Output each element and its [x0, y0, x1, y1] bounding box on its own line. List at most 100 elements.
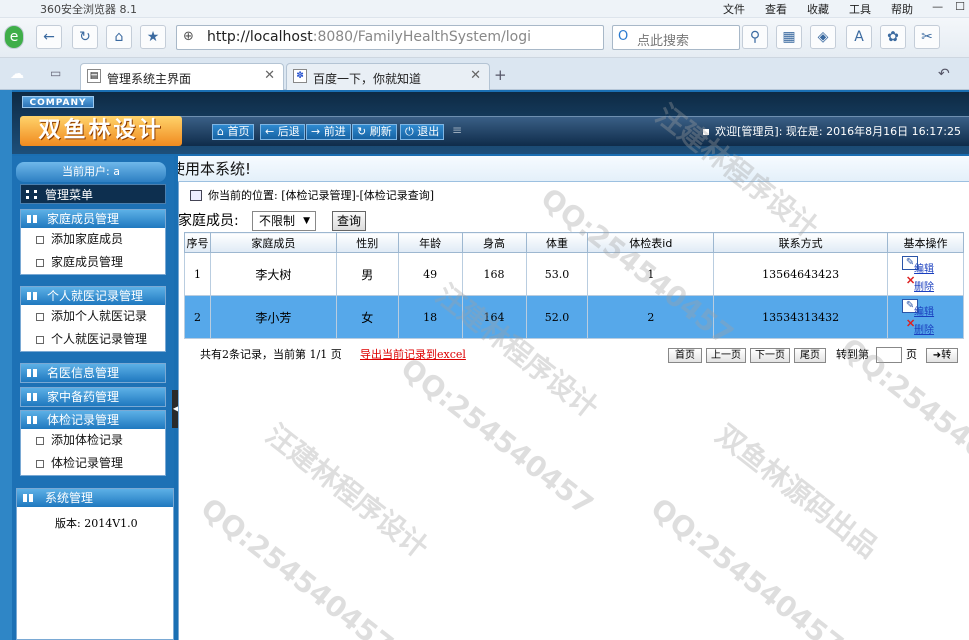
delete-link[interactable]: 删除	[914, 321, 934, 336]
tab-bar: ☁ ▭ ▤ 管理系统主界面 ✕ ✽ 百度一下，你就知道 ✕ + ↶	[0, 58, 969, 90]
delete-link[interactable]: 删除	[914, 278, 934, 293]
minimize-icon[interactable]: —	[932, 0, 943, 13]
item-label: 体检记录管理	[51, 456, 124, 470]
close-icon[interactable]: ✕	[470, 68, 481, 83]
item-icon	[36, 460, 44, 468]
member-select[interactable]: 不限制 ▼	[252, 211, 316, 231]
screenshot-icon[interactable]: ✂	[914, 25, 940, 49]
sidebar-group-header[interactable]: 名医信息管理	[21, 364, 165, 382]
sidebar-group-doctors: 名医信息管理	[20, 363, 166, 383]
left-strip	[0, 90, 12, 640]
new-tab-icon[interactable]: +	[494, 66, 507, 84]
security-icon[interactable]: ◈	[810, 25, 836, 49]
cell-weight: 52.0	[525, 295, 589, 339]
refresh-icon[interactable]: ↻	[72, 25, 98, 49]
cell-age: 18	[397, 295, 463, 339]
menu-title: 管理菜单	[20, 184, 166, 204]
sidebar-group-header[interactable]: 家庭成员管理	[21, 210, 165, 228]
item-label: 家庭成员管理	[51, 255, 124, 269]
record-summary: 共有2条记录，当前第 1/1 页	[200, 348, 342, 361]
nav-forward-label: 前进	[323, 125, 346, 138]
last-page-button[interactable]: 尾页	[794, 348, 826, 363]
group-icon	[27, 369, 37, 377]
prev-page-button[interactable]: 上一页	[706, 348, 746, 363]
app-header: COMPANY ⌂ 首页 ← 后退 → 前进 ↻ 刷新 ⏻ 退出 ≡ 双鱼林设计…	[12, 92, 969, 154]
group-title: 家中备药管理	[47, 390, 120, 404]
system-panel-header[interactable]: 系统管理	[17, 489, 173, 507]
welcome-text: 欢迎[管理员]: 现在是: 2016年8月16日 16:17:25	[703, 123, 961, 139]
cell-checkup-id: 2	[587, 295, 715, 339]
cell-height: 168	[461, 252, 527, 296]
nav-back-label: 后退	[277, 125, 300, 138]
tab-label: 百度一下，你就知道	[313, 72, 422, 86]
menu-favorites[interactable]: 收藏	[807, 1, 829, 17]
delete-action[interactable]: ✕ 删除	[902, 317, 963, 336]
tab-main-page[interactable]: ▤ 管理系统主界面 ✕	[80, 63, 284, 90]
nav-logout-label: 退出	[417, 125, 440, 138]
cell-contact: 13564643423	[713, 252, 889, 296]
edit-action[interactable]: ✎ 编辑	[902, 299, 963, 318]
edit-link[interactable]: 编辑	[914, 260, 934, 275]
item-icon	[36, 437, 44, 445]
nav-home-button[interactable]: ⌂ 首页	[212, 124, 255, 140]
undo-close-icon[interactable]: ↶	[938, 66, 950, 82]
menu-tools[interactable]: 工具	[849, 1, 871, 17]
cloud-icon[interactable]: ☁	[10, 66, 24, 82]
tab-baidu[interactable]: ✽ 百度一下，你就知道 ✕	[286, 63, 490, 90]
sidebar-group-header[interactable]: 个人就医记录管理	[21, 287, 165, 305]
query-button[interactable]: 查询	[332, 211, 366, 231]
col-contact: 联系方式	[713, 232, 889, 253]
marquee-label: 使用本系统!	[178, 160, 252, 178]
sidebar-group-checkup: 体检记录管理 添加体检记录 体检记录管理	[20, 410, 166, 476]
browser-title: 360安全浏览器 8.1	[40, 3, 137, 16]
page-number-input[interactable]	[876, 347, 902, 363]
maximize-icon[interactable]: ☐	[955, 0, 965, 13]
goto-label: 转到第	[836, 348, 869, 361]
delete-action[interactable]: ✕ 删除	[902, 274, 963, 293]
member-select-value: 不限制	[259, 214, 296, 228]
search-input[interactable]: O 点此搜索	[612, 25, 740, 50]
cell-actions: ✎ 编辑 ✕ 删除	[887, 295, 964, 339]
cell-gender: 男	[335, 252, 399, 296]
sidebar-item-manage-member[interactable]: 家庭成员管理	[21, 251, 165, 274]
export-excel-link[interactable]: 导出当前记录到excel	[360, 344, 466, 366]
translate-icon[interactable]: A	[846, 25, 872, 49]
sidebar-item-add-medical[interactable]: 添加个人就医记录	[21, 305, 165, 328]
home-icon[interactable]: ⌂	[106, 25, 132, 49]
system-panel: 系统管理 版本: 2014V1.0	[16, 488, 174, 640]
edit-link[interactable]: 编辑	[914, 303, 934, 318]
sidebar-item-add-member[interactable]: 添加家庭成员	[21, 228, 165, 251]
go-button[interactable]: ➜转	[926, 348, 958, 363]
tools-icon[interactable]: ✿	[880, 25, 906, 49]
sidebar-item-manage-checkup[interactable]: 体检记录管理	[21, 452, 165, 475]
group-icon	[23, 494, 33, 502]
table-row[interactable]: 2 李小芳 女 18 164 52.0 2 13534313432 ✎ 编辑 ✕ 删…	[184, 295, 964, 339]
edit-action[interactable]: ✎ 编辑	[902, 256, 963, 275]
nav-logout-button[interactable]: ⏻ 退出	[400, 124, 445, 140]
next-page-button[interactable]: 下一页	[750, 348, 790, 363]
sidebar-toggle-icon[interactable]: ▭	[50, 66, 61, 80]
menu-help[interactable]: 帮助	[891, 1, 913, 17]
nav-back-button[interactable]: ← 后退	[260, 124, 305, 140]
search-placeholder: 点此搜索	[637, 34, 690, 49]
apps-icon[interactable]: ▦	[776, 25, 802, 49]
nav-refresh-button[interactable]: ↻ 刷新	[352, 124, 397, 140]
sidebar-item-manage-medical[interactable]: 个人就医记录管理	[21, 328, 165, 351]
browser-toolbar: e ← ↻ ⌂ ★ ⊕ http://localhost:8080/Family…	[0, 18, 969, 58]
table-row[interactable]: 1 李大树 男 49 168 53.0 1 13564643423 ✎ 编辑 ✕ 删…	[184, 252, 964, 296]
nav-forward-button[interactable]: → 前进	[306, 124, 351, 140]
sidebar-item-add-checkup[interactable]: 添加体检记录	[21, 429, 165, 452]
back-arrow-icon[interactable]: ←	[36, 25, 62, 49]
address-bar[interactable]: ⊕ http://localhost:8080/FamilyHealthSyst…	[176, 25, 604, 50]
star-icon[interactable]: ★	[140, 25, 166, 49]
close-icon[interactable]: ✕	[264, 68, 275, 83]
sidebar-group-header[interactable]: 体检记录管理	[21, 411, 165, 429]
menu-file[interactable]: 文件	[723, 1, 745, 17]
menu-view[interactable]: 查看	[765, 1, 787, 17]
col-weight: 体重	[525, 232, 589, 253]
first-page-button[interactable]: 首页	[668, 348, 702, 363]
sidebar-group-header[interactable]: 家中备药管理	[21, 388, 165, 406]
location-icon	[190, 190, 202, 201]
search-icon[interactable]: ⚲	[742, 25, 768, 49]
col-checkup-id: 体检表id	[587, 232, 715, 253]
